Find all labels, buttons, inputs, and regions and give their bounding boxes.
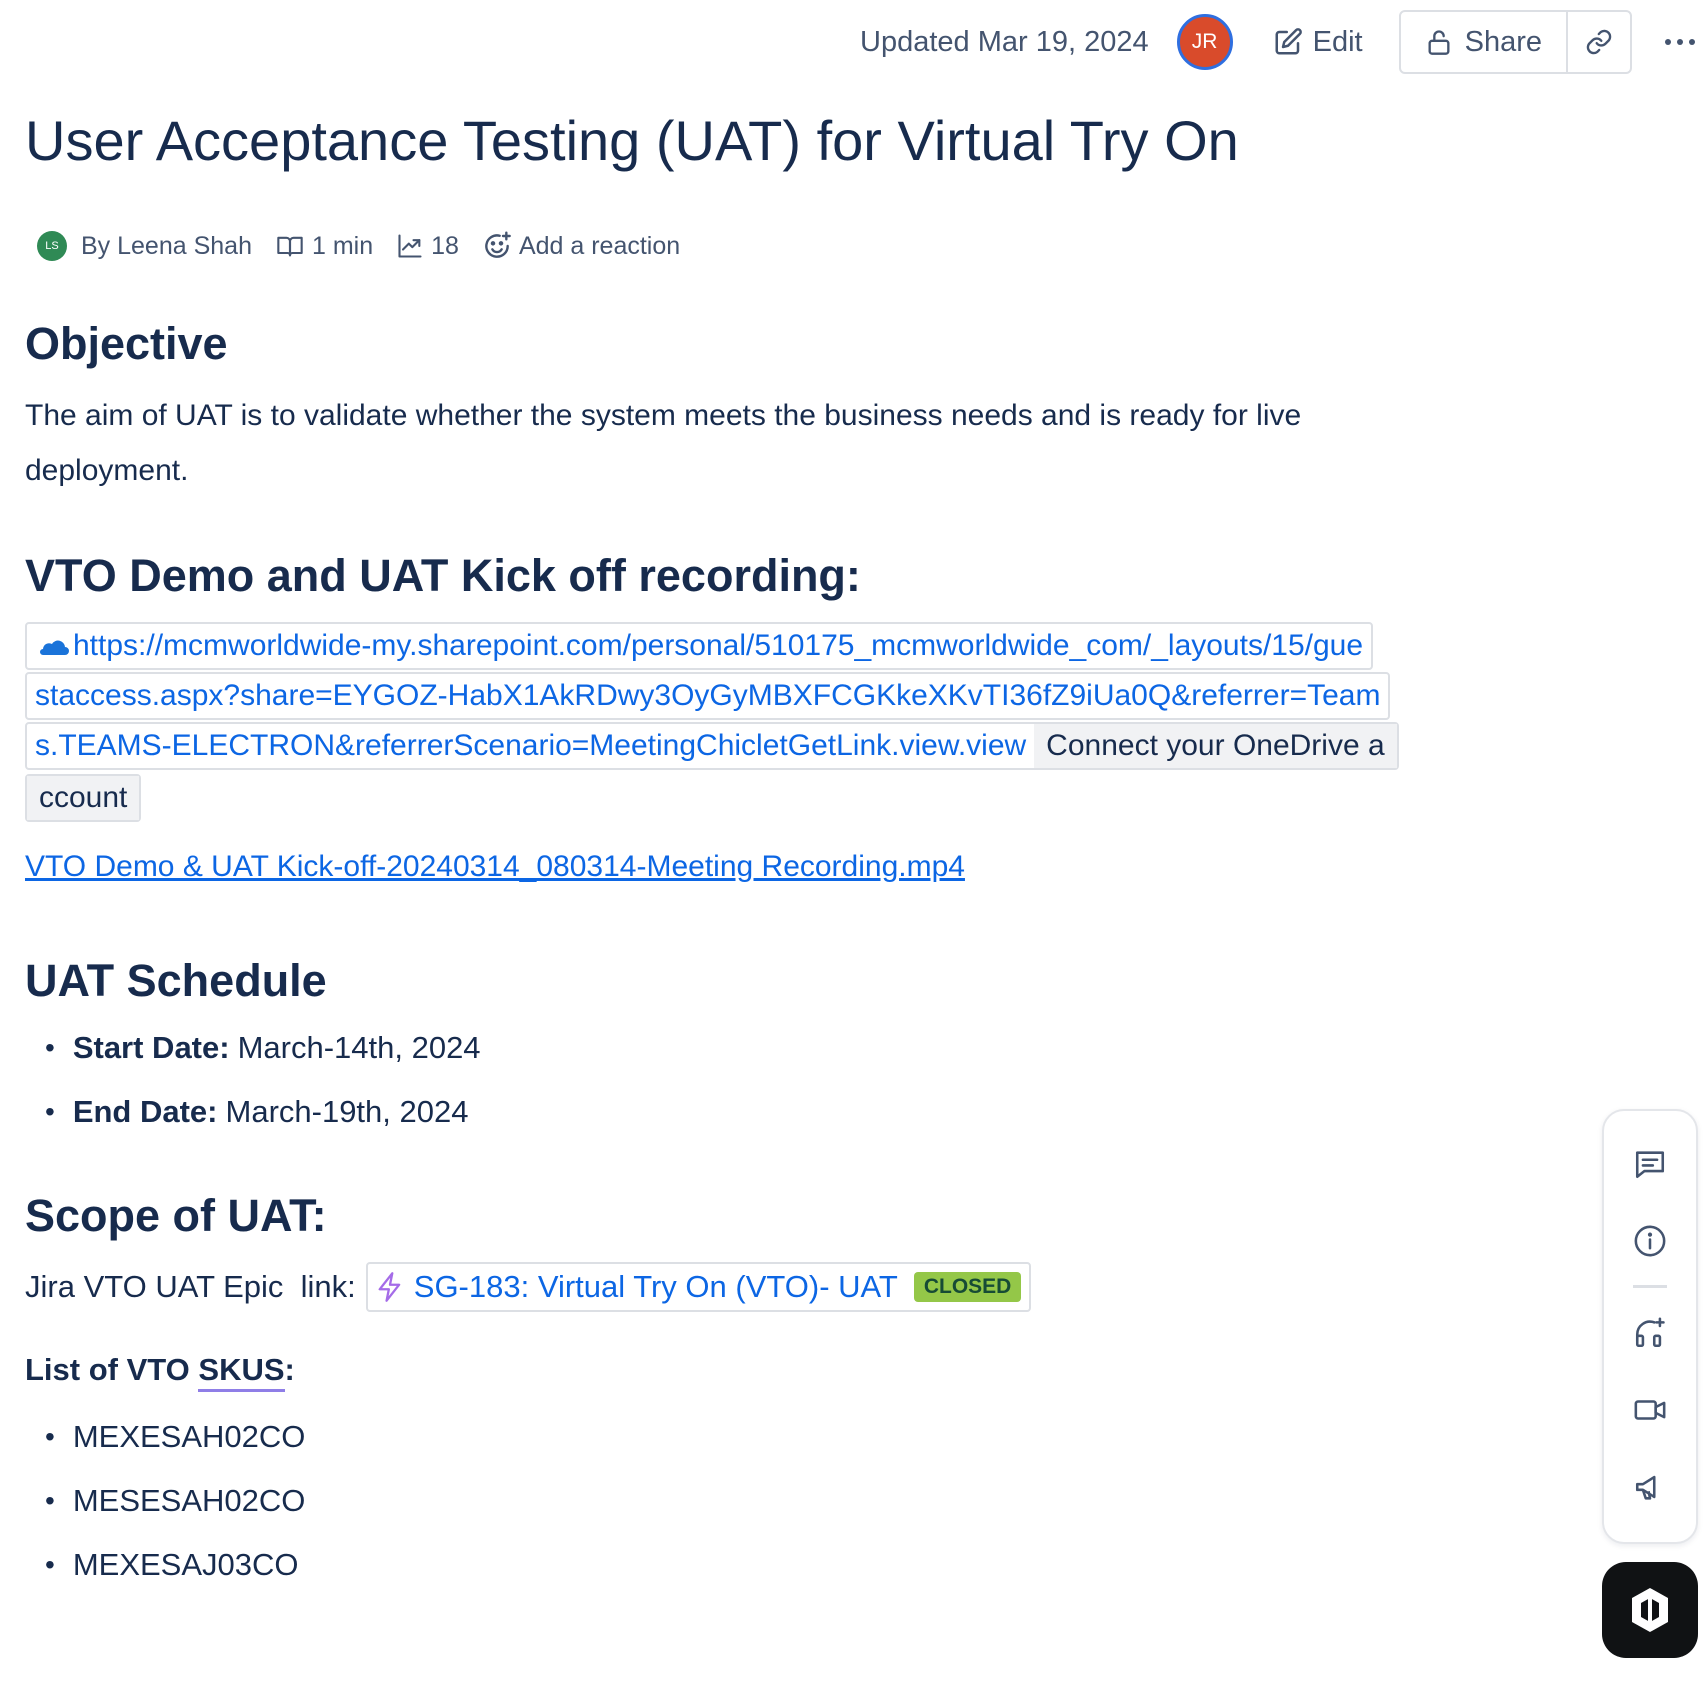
objective-heading: Objective <box>25 318 228 369</box>
skus-heading-prefix: List of VTO <box>25 1352 199 1387</box>
skus-heading: List of VTO SKUS: <box>25 1352 295 1392</box>
jira-label: Jira VTO UAT Epic link: <box>25 1269 356 1304</box>
recording-heading: VTO Demo and UAT Kick off recording: <box>25 550 861 601</box>
megaphone-icon <box>1635 1476 1656 1500</box>
sharepoint-url-part-3: s.TEAMS-ELECTRON&referrerScenario=Meetin… <box>35 729 1027 762</box>
edit-label: Edit <box>1312 25 1363 58</box>
top-bar: Updated Mar 19, 2024 JR Edit Share <box>860 8 1708 76</box>
pencil-icon <box>1275 28 1302 55</box>
comments-button[interactable] <box>1626 1141 1674 1186</box>
objective-text: The aim of UAT is to validate whether th… <box>25 399 1302 487</box>
trend-icon <box>398 234 422 258</box>
add-reaction-button[interactable]: Add a reaction <box>481 230 680 262</box>
updated-date: Updated Mar 19, 2024 <box>860 25 1149 58</box>
start-date-item: Start Date: March-14th, 2024 <box>45 1016 481 1080</box>
sharepoint-url-part-2: staccess.aspx?share=EYGOZ-HabX1AkRDwy3Oy… <box>35 679 1381 712</box>
list-item: MEXESAJ03CO <box>45 1533 305 1597</box>
read-time: 1 min <box>274 232 373 261</box>
sharepoint-link-line-1[interactable]: https://mcmworldwide-my.sharepoint.com/p… <box>25 622 1374 670</box>
list-item: MESESAH02CO <box>45 1469 306 1533</box>
views-count: 18 <box>431 231 459 260</box>
connect-onedrive-button-continued[interactable]: ccount <box>27 776 140 820</box>
skus-heading-suffix: : <box>284 1352 295 1387</box>
rovo-logo-icon <box>1632 1588 1668 1632</box>
more-icon <box>1665 39 1695 45</box>
sharepoint-link-line-4[interactable]: ccount <box>25 774 142 822</box>
add-reaction-label: Add a reaction <box>518 231 681 260</box>
jira-issue-title: SG-183: Virtual Try On (VTO)- UAT <box>413 1269 898 1304</box>
right-side-toolbar <box>1602 1109 1698 1544</box>
ai-listen-button[interactable] <box>1626 1310 1674 1355</box>
schedule-list: Start Date: March-14th, 2024 End Date: M… <box>45 1016 481 1144</box>
share-button[interactable]: Share <box>1401 12 1568 72</box>
rovo-assistant-button[interactable] <box>1602 1562 1698 1658</box>
skus-heading-term[interactable]: SKUS <box>198 1352 285 1392</box>
jira-issue-link[interactable]: SG-183: Virtual Try On (VTO)- UAT CLOSED <box>365 1262 1032 1312</box>
info-icon <box>1634 1225 1666 1257</box>
author-name[interactable]: By Leena Shah <box>81 232 252 261</box>
connect-onedrive-button[interactable]: Connect your OneDrive a <box>1034 724 1397 768</box>
edit-button[interactable]: Edit <box>1273 26 1363 59</box>
jira-row: Jira VTO UAT Epic link: SG-183: Virtual … <box>25 1262 1032 1312</box>
end-date-value: March-19th, 2024 <box>225 1094 469 1129</box>
smiley-add-icon <box>485 231 511 258</box>
viewer-avatar[interactable]: JR <box>1176 14 1233 70</box>
sharepoint-link-line-2[interactable]: staccess.aspx?share=EYGOZ-HabX1AkRDwy3Oy… <box>25 672 1391 720</box>
unlock-icon <box>1428 30 1450 55</box>
sharepoint-link-line-3[interactable]: s.TEAMS-ELECTRON&referrerScenario=Meetin… <box>25 722 1399 770</box>
copy-link-button[interactable] <box>1568 12 1630 72</box>
announcement-button[interactable] <box>1626 1465 1674 1510</box>
byline: LS By Leena Shah 1 min 18 Add a reaction <box>37 230 702 262</box>
share-label: Share <box>1464 25 1542 58</box>
end-date-label: End Date: <box>72 1094 218 1129</box>
record-video-button[interactable] <box>1626 1388 1674 1433</box>
status-badge: CLOSED <box>913 1272 1022 1302</box>
start-date-label: Start Date: <box>72 1030 230 1065</box>
start-date-value: March-14th, 2024 <box>237 1030 481 1065</box>
book-icon <box>277 236 303 257</box>
end-date-item: End Date: March-19th, 2024 <box>45 1080 481 1144</box>
link-icon <box>1586 29 1612 55</box>
author-avatar[interactable]: LS <box>37 231 67 261</box>
more-actions-button[interactable] <box>1660 37 1700 47</box>
page-views[interactable]: 18 <box>395 232 459 261</box>
comment-icon <box>1635 1151 1665 1178</box>
page-info-button[interactable] <box>1626 1218 1674 1263</box>
list-item: MEXESAH02CO <box>45 1405 306 1469</box>
onedrive-cloud-icon <box>40 640 69 655</box>
schedule-heading: UAT Schedule <box>25 955 327 1006</box>
read-time-label: 1 min <box>311 231 374 260</box>
recording-file-link[interactable]: VTO Demo & UAT Kick-off-20240314_080314-… <box>25 850 965 884</box>
page-title: User Acceptance Testing (UAT) for Virtua… <box>25 109 1239 172</box>
video-camera-icon <box>1634 1400 1666 1420</box>
sharepoint-url-part-1: https://mcmworldwide-my.sharepoint.com/p… <box>73 629 1364 662</box>
scope-heading: Scope of UAT: <box>25 1190 327 1241</box>
share-group: Share <box>1398 10 1632 74</box>
toolbar-divider <box>1633 1285 1667 1289</box>
epic-lightning-icon <box>378 1272 401 1302</box>
skus-list: MEXESAH02CO MESESAH02CO MEXESAJ03CO <box>45 1405 306 1597</box>
headphones-sparkle-icon <box>1635 1317 1665 1347</box>
